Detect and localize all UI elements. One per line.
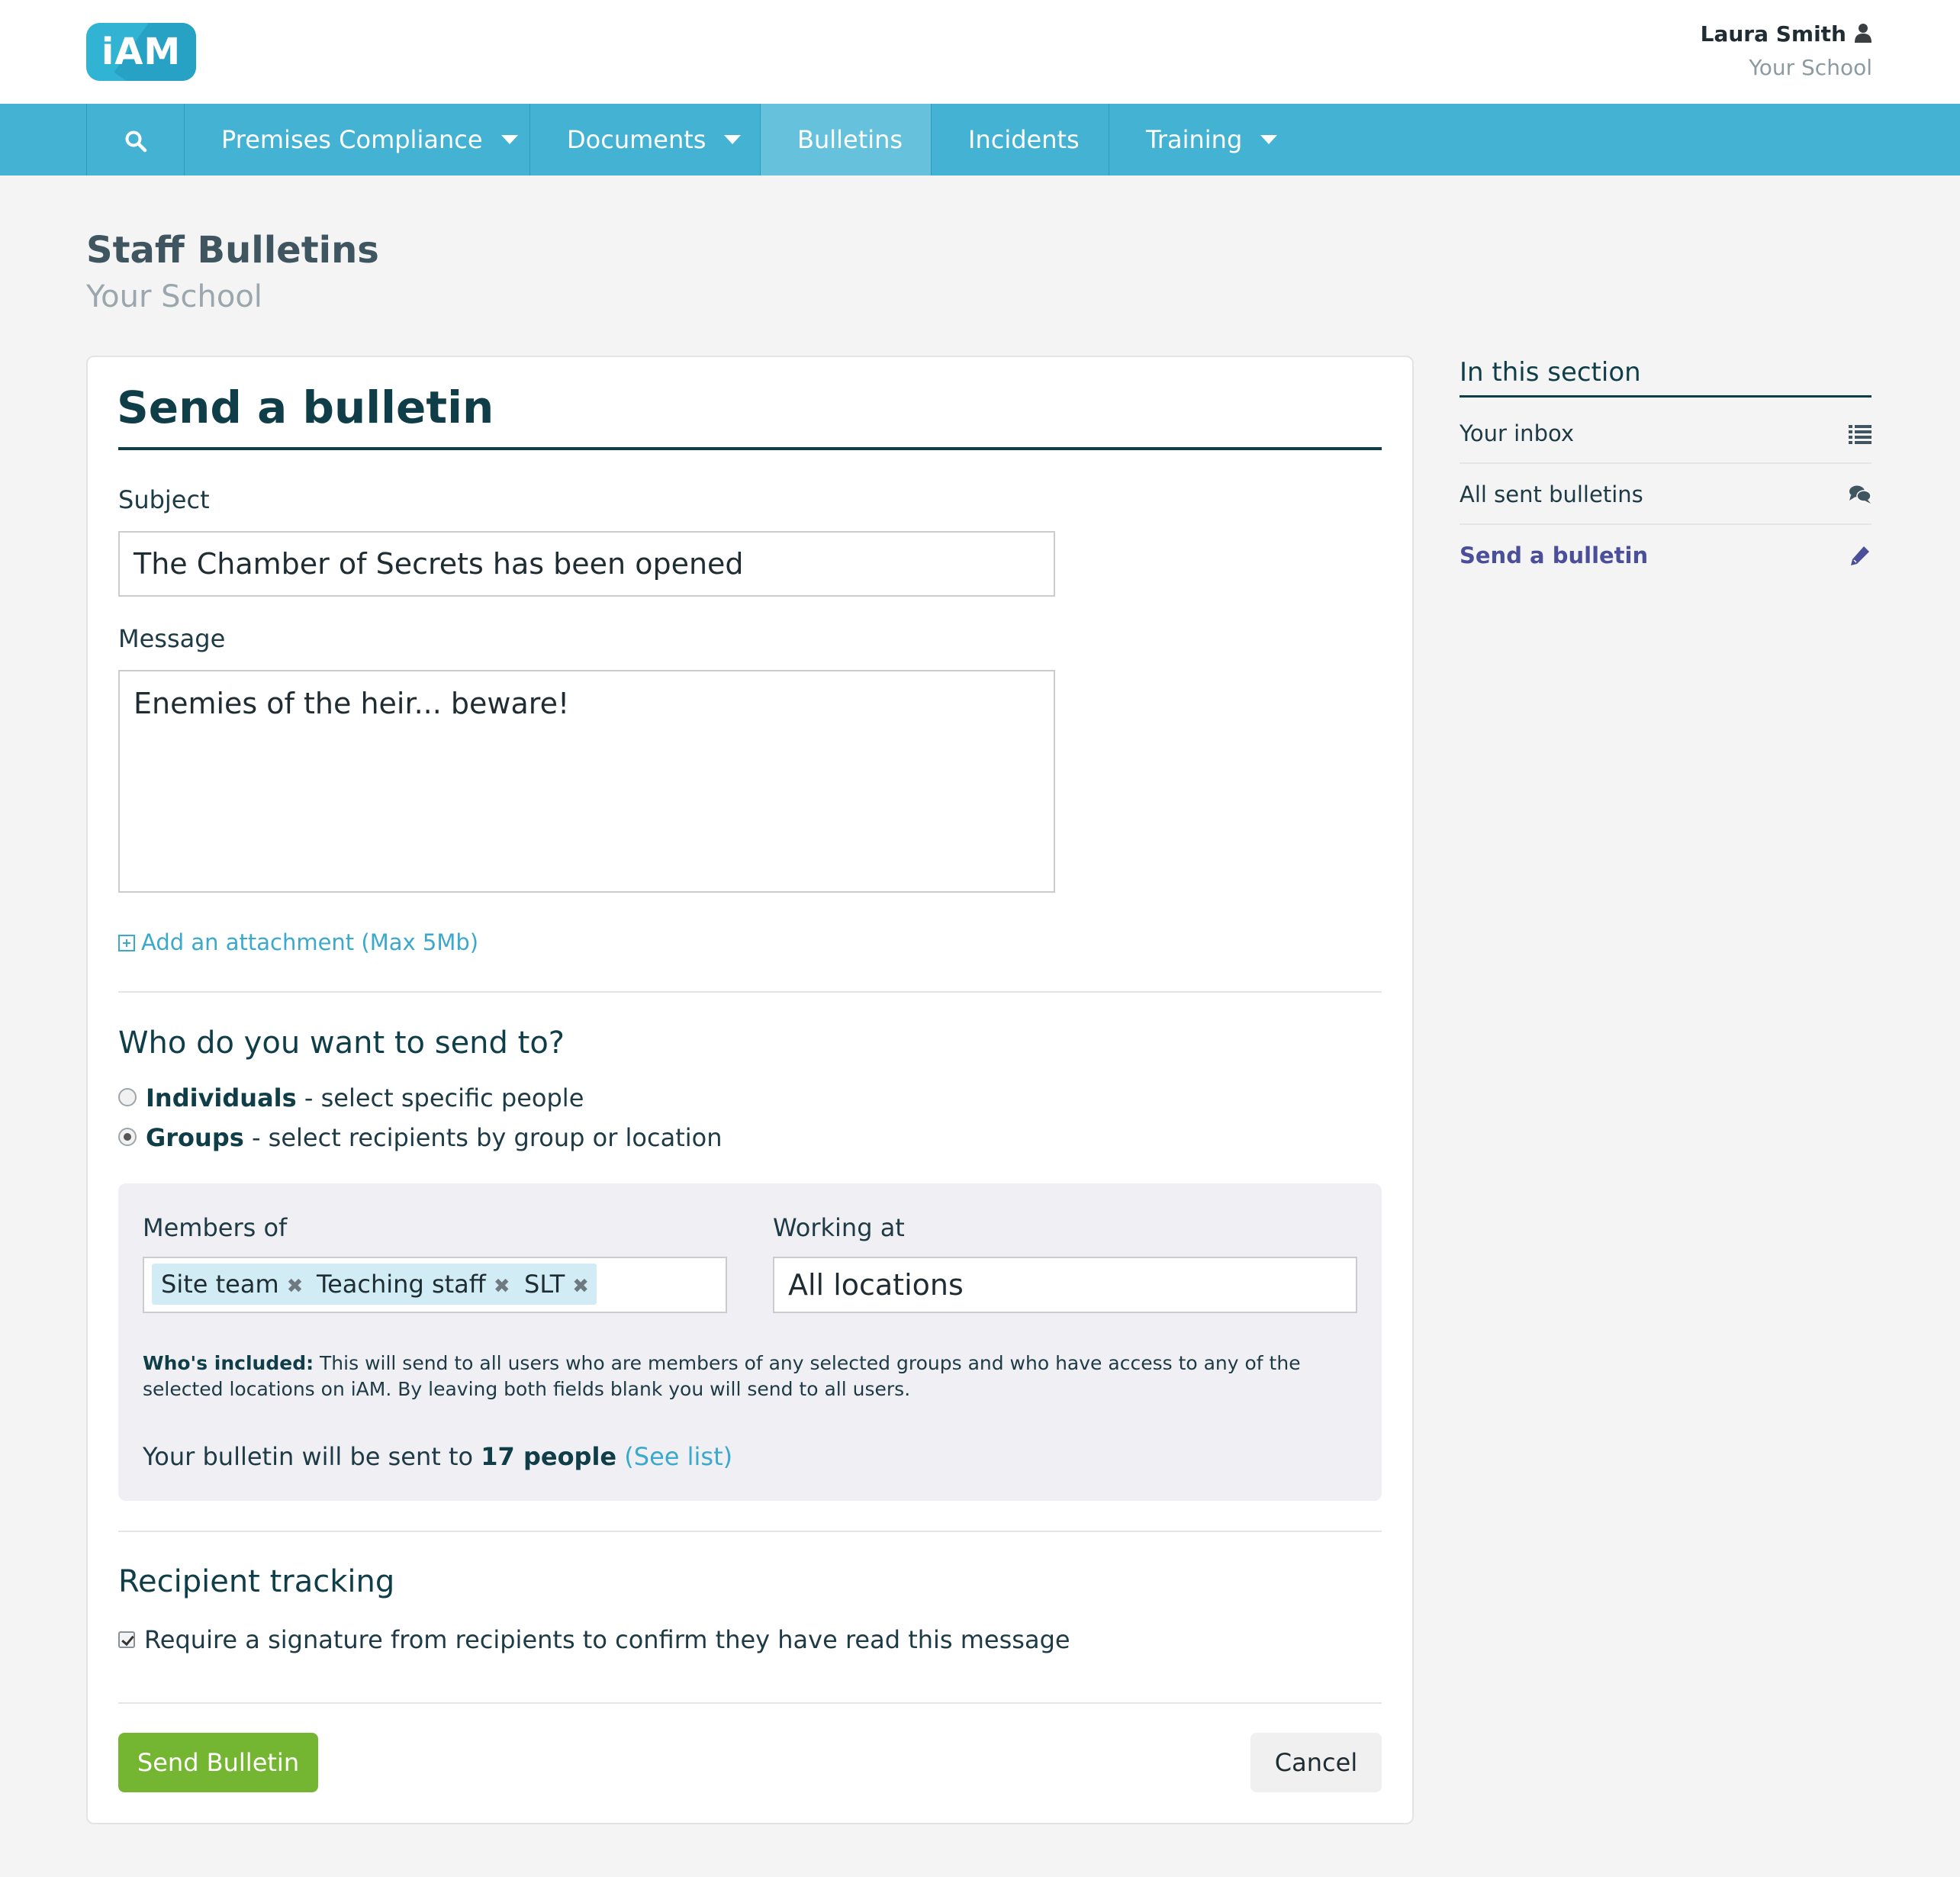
nav-label: Training: [1146, 125, 1243, 154]
attachment-link-label: Add an attachment (Max 5Mb): [141, 929, 479, 955]
individuals-desc: - select specific people: [296, 1083, 584, 1112]
plus-square-icon: [118, 935, 135, 951]
sidebar-item-sent[interactable]: All sent bulletins: [1460, 464, 1871, 525]
sidebar-divider: [1460, 395, 1871, 398]
nav-search-button[interactable]: [86, 104, 184, 175]
member-tag: Teaching staff ✖: [307, 1264, 518, 1305]
working-at-label: Working at: [773, 1213, 905, 1242]
sidebar-item-label: Send a bulletin: [1460, 542, 1649, 568]
main-navigation: Premises Compliance Documents Bulletins …: [0, 104, 1960, 175]
signature-option[interactable]: Require a signature from recipients to c…: [118, 1625, 1070, 1654]
message-label: Message: [118, 624, 226, 653]
working-at-select[interactable]: All locations: [773, 1257, 1357, 1313]
whos-included-note: Who's included: This will send to all us…: [143, 1351, 1333, 1402]
count-value: 17 people: [481, 1442, 617, 1471]
sidebar-heading: In this section: [1460, 357, 1641, 388]
members-of-label: Members of: [143, 1213, 288, 1242]
sidebar-item-inbox[interactable]: Your inbox: [1460, 403, 1871, 464]
whos-included-label: Who's included:: [143, 1352, 314, 1374]
recipient-count: Your bulletin will be sent to 17 people …: [143, 1442, 732, 1471]
tracking-heading: Recipient tracking: [118, 1564, 395, 1599]
subject-label: Subject: [118, 485, 210, 514]
cancel-button[interactable]: Cancel: [1250, 1733, 1382, 1792]
nav-label: Documents: [567, 125, 706, 154]
groups-radio[interactable]: [118, 1128, 137, 1146]
nav-label: Incidents: [968, 125, 1080, 154]
signature-label: Require a signature from recipients to c…: [144, 1625, 1070, 1654]
remove-tag-icon[interactable]: ✖: [494, 1275, 510, 1298]
sidebar-item-label: All sent bulletins: [1460, 481, 1643, 507]
nav-label: Premises Compliance: [221, 125, 483, 154]
whos-included-text: This will send to all users who are memb…: [143, 1352, 1301, 1400]
chevron-down-icon: [500, 135, 518, 144]
sidebar-item-label: Your inbox: [1460, 420, 1574, 446]
chevron-down-icon: [724, 135, 742, 144]
nav-premises-compliance[interactable]: Premises Compliance: [184, 104, 529, 175]
top-header: iAM Laura Smith Your School: [0, 0, 1960, 104]
pencil-icon: [1851, 546, 1869, 565]
form-title: Send a bulletin: [117, 382, 494, 433]
comments-icon: [1849, 485, 1871, 504]
divider: [118, 1702, 1382, 1704]
option-groups[interactable]: Groups - select recipients by group or l…: [118, 1123, 723, 1152]
member-tag: SLT ✖: [515, 1264, 597, 1305]
remove-tag-icon[interactable]: ✖: [287, 1275, 304, 1298]
member-tag: Site team ✖: [152, 1264, 311, 1305]
nav-incidents[interactable]: Incidents: [931, 104, 1109, 175]
logo-text: iAM: [101, 31, 182, 73]
page-subtitle: Your School: [86, 279, 262, 314]
divider: [118, 991, 1382, 993]
title-divider: [118, 447, 1382, 450]
search-icon: [125, 130, 146, 153]
nav-label: Bulletins: [797, 125, 903, 154]
count-prefix: Your bulletin will be sent to: [143, 1442, 481, 1471]
tag-label: SLT: [524, 1270, 565, 1299]
recipients-heading: Who do you want to send to?: [118, 1025, 565, 1061]
nav-bulletins[interactable]: Bulletins: [760, 104, 931, 175]
divider: [118, 1531, 1382, 1532]
see-list-link[interactable]: (See list): [624, 1442, 732, 1471]
sidebar-item-send[interactable]: Send a bulletin: [1460, 525, 1871, 586]
user-menu[interactable]: Laura Smith: [1701, 21, 1872, 47]
individuals-radio[interactable]: [118, 1088, 137, 1106]
send-bulletin-button[interactable]: Send Bulletin: [118, 1733, 318, 1792]
tag-label: Site team: [161, 1270, 279, 1299]
option-individuals[interactable]: Individuals - select specific people: [118, 1083, 584, 1112]
signature-checkbox[interactable]: [118, 1631, 135, 1648]
user-icon: [1855, 24, 1871, 43]
user-school: Your School: [1749, 55, 1872, 80]
nav-documents[interactable]: Documents: [529, 104, 760, 175]
groups-desc: - select recipients by group or location: [243, 1123, 723, 1152]
user-name[interactable]: Laura Smith: [1701, 21, 1846, 47]
list-icon: [1849, 425, 1871, 444]
page-title: Staff Bulletins: [86, 229, 379, 272]
tag-label: Teaching staff: [317, 1270, 486, 1299]
subject-input[interactable]: The Chamber of Secrets has been opened: [118, 531, 1055, 597]
individuals-label: Individuals: [146, 1083, 297, 1112]
chevron-down-icon: [1260, 135, 1278, 144]
add-attachment-link[interactable]: Add an attachment (Max 5Mb): [118, 929, 478, 955]
remove-tag-icon[interactable]: ✖: [572, 1275, 589, 1298]
message-textarea[interactable]: Enemies of the heir... beware!: [118, 670, 1055, 893]
groups-label: Groups: [146, 1123, 244, 1152]
nav-training[interactable]: Training: [1109, 104, 1292, 175]
iam-logo[interactable]: iAM: [86, 23, 196, 81]
